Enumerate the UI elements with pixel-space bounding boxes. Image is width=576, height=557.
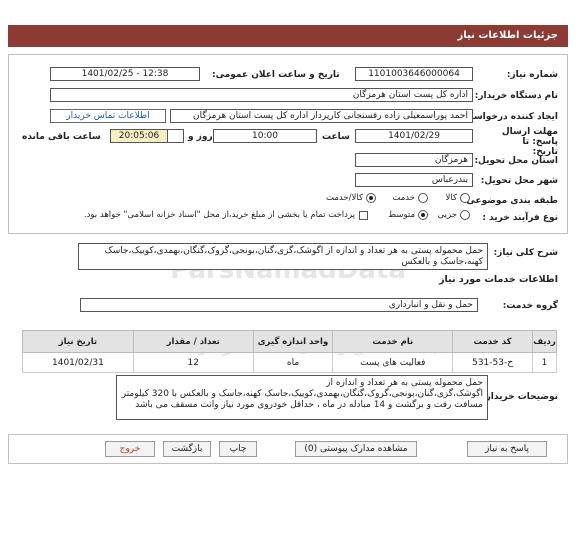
cell-date: 1401/02/31 <box>22 352 134 373</box>
col-code: کد خدمت <box>452 330 534 353</box>
category-option-service[interactable]: خدمت <box>392 193 428 203</box>
treasury-checkbox[interactable] <box>359 210 368 220</box>
city-label: شهر محل تحویل: <box>480 176 558 186</box>
cell-code: ح-53-531 <box>452 352 534 373</box>
process-option-medium[interactable]: متوسط <box>388 210 428 220</box>
radio-minor[interactable] <box>460 210 470 220</box>
table-row: 1 ح-53-531 فعالیت های پست ماه 12 1401/02… <box>22 352 557 373</box>
service-group-field: حمل و نقل و انبارداری <box>80 298 478 312</box>
need-number-label: شماره نیاز: <box>506 70 558 80</box>
cell-unit: ماه <box>252 352 334 373</box>
buyer-org-label: نام دستگاه خریدار: <box>474 91 558 101</box>
need-number-field: 1101003646000064 <box>355 67 473 81</box>
buyer-notes-box: حمل محموله پستی به هر تعداد و اندازه از … <box>116 375 488 420</box>
col-unit: واحد اندازه گیری <box>252 330 334 353</box>
cell-name: فعالیت های پست <box>332 352 454 373</box>
announce-datetime-field: 1401/02/25 - 12:38 <box>50 67 200 81</box>
services-section-title: اطلاعات خدمات مورد نیاز <box>439 274 558 285</box>
page-title: جزئیات اطلاعات نیاز <box>457 30 558 41</box>
col-qty: تعداد / مقدار <box>132 330 254 353</box>
city-field: بندرعباس <box>355 173 473 187</box>
deadline-time-field: 10:00 <box>213 129 317 143</box>
view-attachments-button[interactable]: مشاهده مدارک پیوستی (0) <box>295 441 417 457</box>
buyer-notes-label: توضیحات خریدار: <box>482 392 558 402</box>
cell-row: 1 <box>532 352 557 373</box>
process-label: نوع فرآیند خرید : <box>482 213 558 223</box>
requester-label: ایجاد کننده درخواست: <box>460 112 558 122</box>
days-label: روز و <box>188 132 213 142</box>
deadline-label: مهلت ارسال پاسخ: تا تاریخ: <box>501 127 558 157</box>
back-button[interactable]: بازگشت <box>163 441 211 457</box>
province-field: هرمزگان <box>355 153 473 167</box>
process-option-minor[interactable]: جزیی <box>438 210 470 220</box>
radio-service[interactable] <box>418 193 428 203</box>
reply-button[interactable]: پاسخ به نیاز <box>467 441 547 457</box>
radio-medium[interactable] <box>418 210 428 220</box>
col-date: تاریخ نیاز <box>22 330 134 353</box>
category-label: طبقه بندی موضوعی: <box>462 196 558 206</box>
page-header: جزئیات اطلاعات نیاز <box>8 25 568 47</box>
announce-datetime-label: تاریخ و ساعت اعلان عمومی: <box>212 70 340 80</box>
service-group-label: گروه خدمت: <box>502 301 558 311</box>
category-option-goods-service[interactable]: کالا/خدمت <box>326 193 376 203</box>
category-option-goods[interactable]: کالا <box>446 193 470 203</box>
services-table: ردیف کد خدمت نام خدمت واحد اندازه گیری ت… <box>22 330 557 373</box>
col-row: ردیف <box>532 330 557 353</box>
need-info-panel <box>8 54 568 234</box>
deadline-time-label: ساعت <box>322 132 350 142</box>
action-bar: پاسخ به نیاز مشاهده مدارک پیوستی (0) چاپ… <box>8 434 568 464</box>
province-label: استان محل تحویل: <box>474 156 558 166</box>
remaining-time-field: 20:05:06 <box>110 129 168 143</box>
radio-goods-service[interactable] <box>366 193 376 203</box>
buyer-org-field: اداره کل پست استان هرمزگان <box>50 88 473 102</box>
deadline-date-field: 1401/02/29 <box>355 129 473 143</box>
treasury-payment-option[interactable]: پرداخت تمام یا بخشی از مبلغ خرید،از محل … <box>84 210 368 220</box>
radio-goods[interactable] <box>460 193 470 203</box>
col-name: نام خدمت <box>332 330 454 353</box>
exit-button[interactable]: خروج <box>105 441 155 457</box>
print-button[interactable]: چاپ <box>219 441 257 457</box>
summary-label: شرح کلی نیاز: <box>493 248 558 258</box>
cell-qty: 12 <box>132 352 254 373</box>
requester-field: احمد پوراسمعیلی زاده رفسنجانی کارپرداز ا… <box>170 109 473 123</box>
summary-box: حمل محموله پستی به هر تعداد و اندازه از … <box>78 243 488 270</box>
buyer-contact-link[interactable]: اطلاعات تماس خریدار <box>50 109 166 123</box>
remaining-time-label: ساعت باقی مانده <box>22 132 101 142</box>
